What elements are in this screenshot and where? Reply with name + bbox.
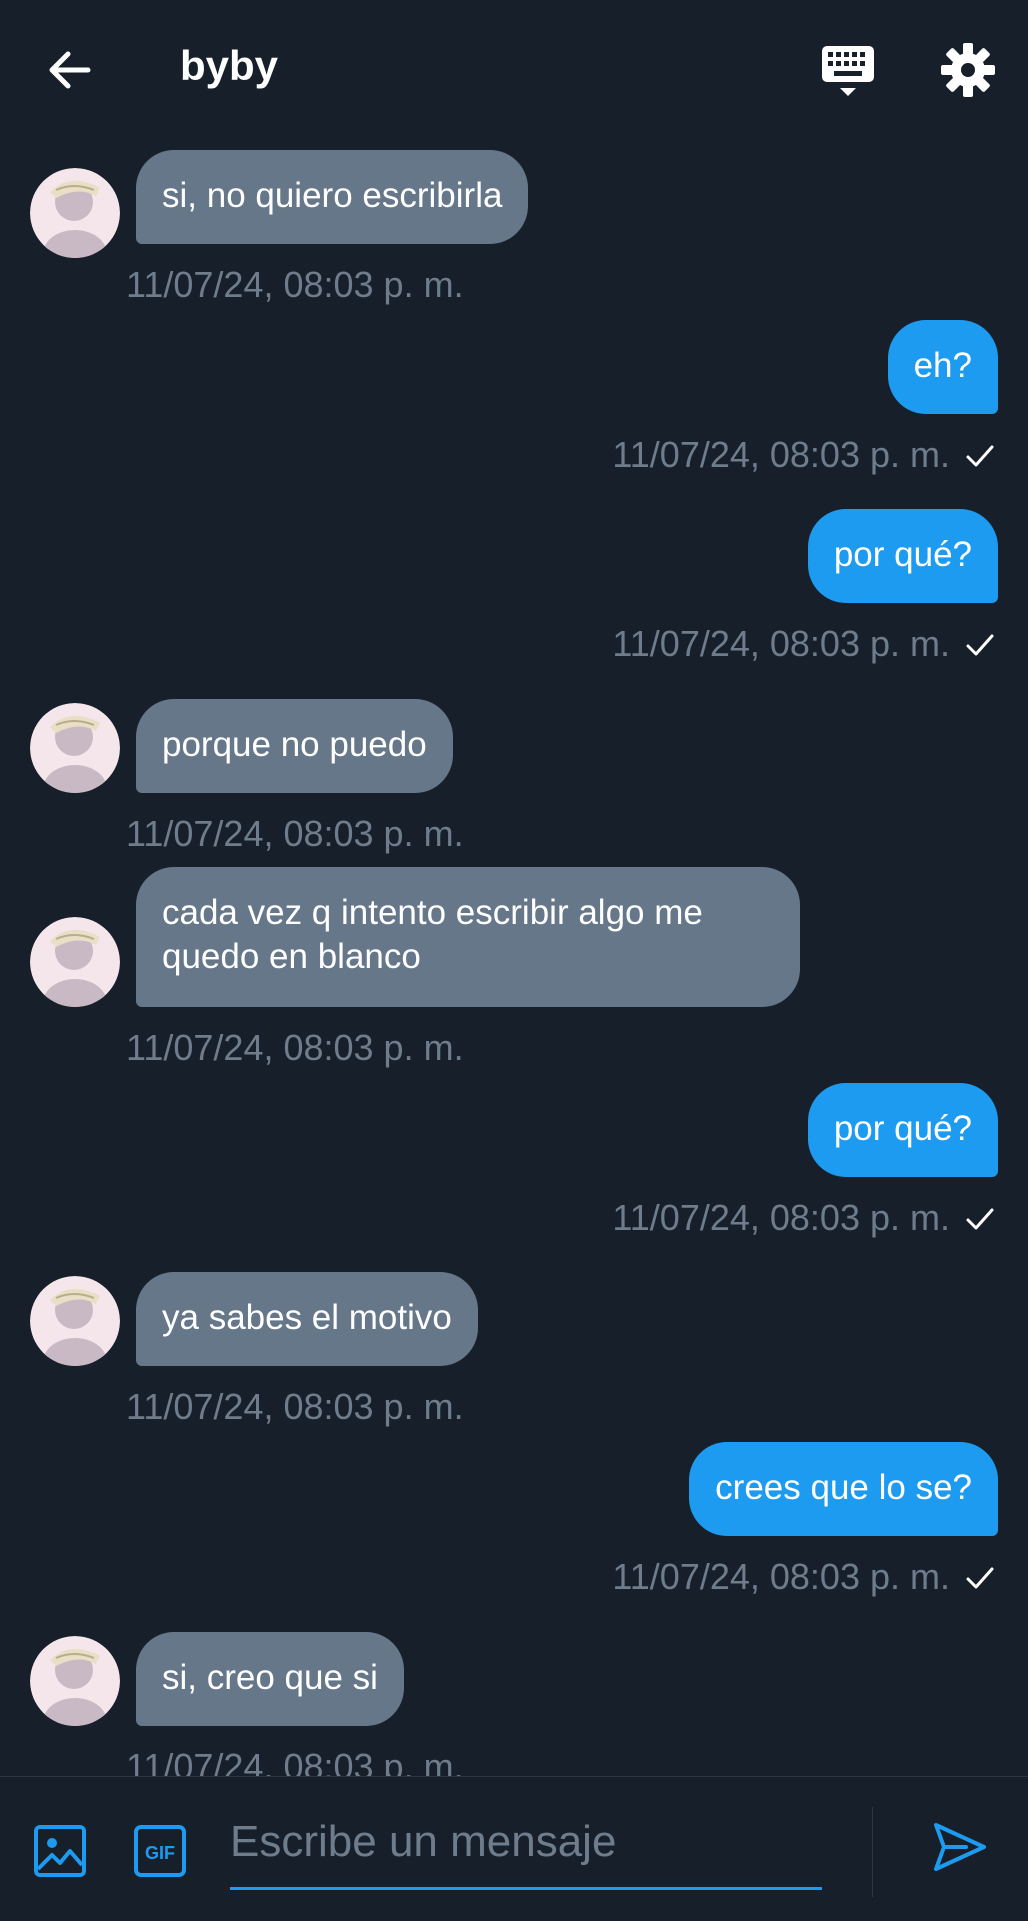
checkmark-icon [966,1208,994,1230]
avatar-image [30,1276,120,1366]
message-timestamp: 11/07/24, 08:03 p. m. [126,1386,464,1427]
checkmark-icon [966,445,994,467]
message-list[interactable]: si, no quiero escribirla 11/07/24, 08:03… [0,136,1028,1776]
message-timestamp: 11/07/24, 08:03 p. m. [126,1746,464,1776]
message-bubble[interactable]: por qué? [807,1083,998,1177]
avatar-image [30,917,120,1007]
back-button[interactable] [40,40,100,100]
message-bubble[interactable]: cada vez q intento escribir algo me qued… [136,867,800,1007]
message-bubble[interactable]: ya sabes el motivo [136,1272,478,1366]
attach-image-button[interactable] [30,1821,90,1881]
message-timestamp: 11/07/24, 08:03 p. m. [612,623,950,664]
message-composer: GIF [0,1776,1028,1921]
checkmark-icon [966,634,994,656]
send-icon [934,1823,986,1871]
send-button[interactable] [930,1817,990,1877]
message-bubble[interactable]: eh? [887,320,998,414]
avatar[interactable] [30,917,120,1007]
divider [872,1807,873,1897]
message-line: cada vez q intento escribir algo me [162,893,703,932]
avatar[interactable] [30,1636,120,1726]
avatar-image [30,168,120,258]
arrow-left-icon [49,51,91,89]
message-timestamp: 11/07/24, 08:03 p. m. [612,434,950,475]
checkmark-icon [966,1567,994,1589]
avatar[interactable] [30,1276,120,1366]
message-bubble[interactable]: porque no puedo [136,699,453,793]
message-bubble[interactable]: si, creo que si [136,1632,404,1726]
message-bubble[interactable]: por qué? [807,509,998,603]
gif-icon: GIF [134,1825,186,1877]
avatar-image [30,703,120,793]
image-icon [34,1825,86,1877]
gif-button[interactable]: GIF [130,1821,190,1881]
message-bubble[interactable]: crees que lo se? [689,1442,998,1536]
settings-button[interactable] [938,40,998,100]
gear-icon [941,43,995,97]
top-bar: byby [0,0,1028,136]
conversation-title: byby [180,42,279,89]
avatar-image [30,1636,120,1726]
message-input[interactable] [230,1797,822,1890]
message-timestamp: 11/07/24, 08:03 p. m. [612,1556,950,1597]
keyboard-button[interactable] [818,40,878,100]
message-bubble[interactable]: si, no quiero escribirla [136,150,529,244]
message-timestamp: 11/07/24, 08:03 p. m. [126,813,464,854]
keyboard-icon [822,46,874,96]
svg-text:GIF: GIF [145,1843,175,1863]
message-timestamp: 11/07/24, 08:03 p. m. [126,264,464,305]
avatar[interactable] [30,703,120,793]
message-line: quedo en blanco [162,937,421,976]
message-timestamp: 11/07/24, 08:03 p. m. [612,1197,950,1238]
avatar[interactable] [30,168,120,258]
message-timestamp: 11/07/24, 08:03 p. m. [126,1027,464,1068]
